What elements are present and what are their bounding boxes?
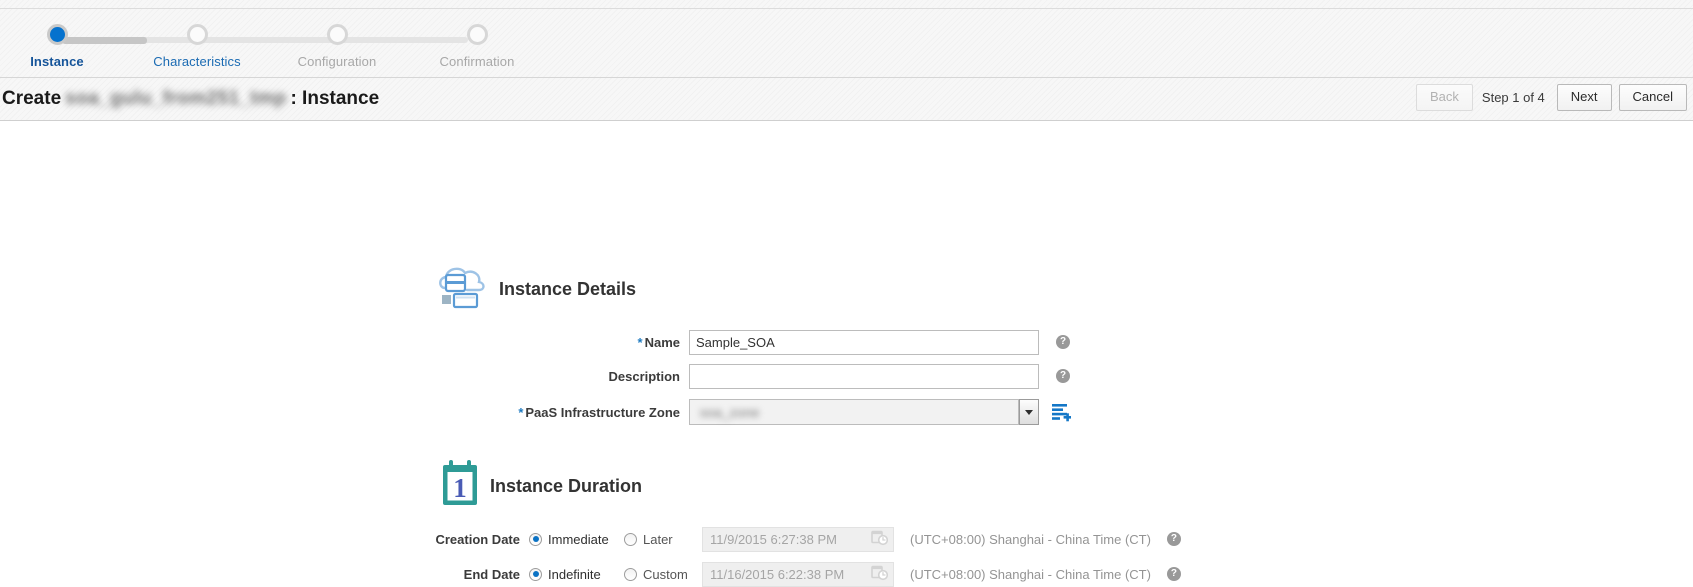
description-input[interactable] (689, 363, 1039, 389)
end-date-radio-group: Indefinite Custom (529, 567, 702, 582)
calendar-one-icon: 1 (441, 459, 487, 514)
creation-date-value: 11/9/2015 6:27:38 PM (710, 531, 837, 547)
wizard-train-bar: Instance Characteristics Configuration C… (0, 9, 1693, 78)
train-step-configuration: Configuration (275, 19, 399, 69)
paas-zone-select[interactable]: soa_zone (689, 399, 1039, 425)
name-field-row: *Name ? (420, 329, 1120, 355)
end-date-indefinite-option[interactable]: Indefinite (529, 567, 624, 582)
radio-immediate[interactable] (529, 532, 542, 546)
description-help-icon[interactable]: ? (1056, 369, 1070, 383)
page-title-bar: Create soa_gulu_from251_tmp : Instance B… (0, 78, 1693, 121)
cancel-button[interactable]: Cancel (1618, 84, 1687, 111)
radio-label-indefinite: Indefinite (548, 566, 601, 582)
train-dot-configuration (326, 24, 348, 45)
page-title-prefix: Create (2, 88, 62, 109)
train-step-instance[interactable]: Instance (0, 19, 119, 69)
end-date-help-icon[interactable]: ? (1166, 567, 1181, 581)
train-label-configuration: Configuration (297, 54, 377, 69)
radio-label-later: Later (643, 531, 673, 547)
instance-duration-title: Instance Duration (490, 476, 643, 496)
step-counter: Step 1 of 4 (1481, 90, 1545, 105)
train-dot-confirmation (466, 24, 488, 45)
required-indicator: * (637, 334, 643, 350)
radio-custom[interactable] (624, 567, 637, 581)
instance-details-title: Instance Details (499, 279, 637, 299)
paas-zone-selected-value: soa_zone (700, 404, 760, 420)
wizard-content: Instance Details *Name ? Description ? *… (0, 121, 1693, 587)
creation-date-later-option[interactable]: Later (624, 532, 702, 547)
chevron-down-icon[interactable] (1019, 399, 1039, 425)
end-date-label: End Date (463, 566, 520, 582)
end-date-value: 11/16/2015 6:22:38 PM (710, 566, 845, 582)
train-label-instance: Instance (30, 54, 84, 69)
end-date-custom-option[interactable]: Custom (624, 567, 702, 582)
page-title-redacted-name: soa_gulu_from251_tmp (65, 88, 287, 109)
train-step-confirmation: Confirmation (415, 19, 539, 69)
radio-label-custom: Custom (643, 566, 688, 582)
calendar-clock-icon (871, 529, 889, 549)
train-dot-characteristics (186, 24, 208, 45)
end-date-row: End Date Indefinite Custom 11/16/2015 6:… (420, 561, 1210, 587)
wizard-actions: Back Step 1 of 4 Next Cancel (1409, 84, 1687, 111)
creation-date-radio-group: Immediate Later (529, 532, 702, 547)
paas-zone-select-value-box[interactable]: soa_zone (689, 399, 1019, 425)
cloud-server-icon (437, 264, 489, 315)
end-date-timezone: (UTC+08:00) Shanghai - China Time (CT) (910, 566, 1151, 582)
name-input[interactable] (689, 329, 1039, 355)
page-title: Create soa_gulu_from251_tmp : Instance (0, 88, 379, 110)
radio-label-immediate: Immediate (548, 531, 609, 547)
instance-details-header: Instance Details (437, 264, 636, 315)
instance-duration-header: 1 Instance Duration (441, 459, 642, 514)
required-indicator: * (518, 404, 524, 420)
paas-zone-field-row: * PaaS Infrastructure Zone soa_zone (420, 398, 1140, 426)
name-label: * Name (420, 335, 689, 350)
paas-zone-label: * PaaS Infrastructure Zone (420, 405, 689, 420)
top-strip (0, 0, 1693, 9)
creation-date-immediate-option[interactable]: Immediate (529, 532, 624, 547)
train-label-characteristics: Characteristics (153, 54, 241, 69)
caret-shape (1025, 409, 1033, 415)
name-help-icon[interactable]: ? (1056, 335, 1070, 349)
end-date-input: 11/16/2015 6:22:38 PM (702, 561, 894, 587)
calendar-clock-icon (871, 564, 889, 584)
page-title-suffix: : Instance (290, 88, 380, 109)
radio-indefinite[interactable] (529, 567, 542, 581)
train-step-characteristics[interactable]: Characteristics (135, 19, 259, 69)
creation-date-timezone: (UTC+08:00) Shanghai - China Time (CT) (910, 531, 1151, 547)
creation-date-label: Creation Date (435, 531, 520, 547)
create-zone-icon[interactable] (1051, 402, 1071, 422)
train-dot-instance (46, 24, 68, 45)
name-label-text: Name (644, 334, 680, 350)
creation-date-input: 11/9/2015 6:27:38 PM (702, 526, 894, 552)
creation-date-row: Creation Date Immediate Later 11/9/2015 … (420, 526, 1210, 552)
next-button[interactable]: Next (1556, 84, 1612, 111)
description-field-row: Description ? (420, 363, 1120, 389)
train-label-confirmation: Confirmation (439, 54, 515, 69)
radio-later[interactable] (624, 532, 637, 546)
description-label: Description (420, 369, 689, 384)
svg-text:1: 1 (453, 473, 467, 503)
wizard-train: Instance Characteristics Configuration C… (0, 19, 530, 71)
back-button[interactable]: Back (1416, 84, 1473, 111)
description-label-text: Description (608, 368, 680, 384)
creation-date-help-icon[interactable]: ? (1166, 532, 1181, 546)
paas-zone-label-text: PaaS Infrastructure Zone (525, 404, 680, 420)
